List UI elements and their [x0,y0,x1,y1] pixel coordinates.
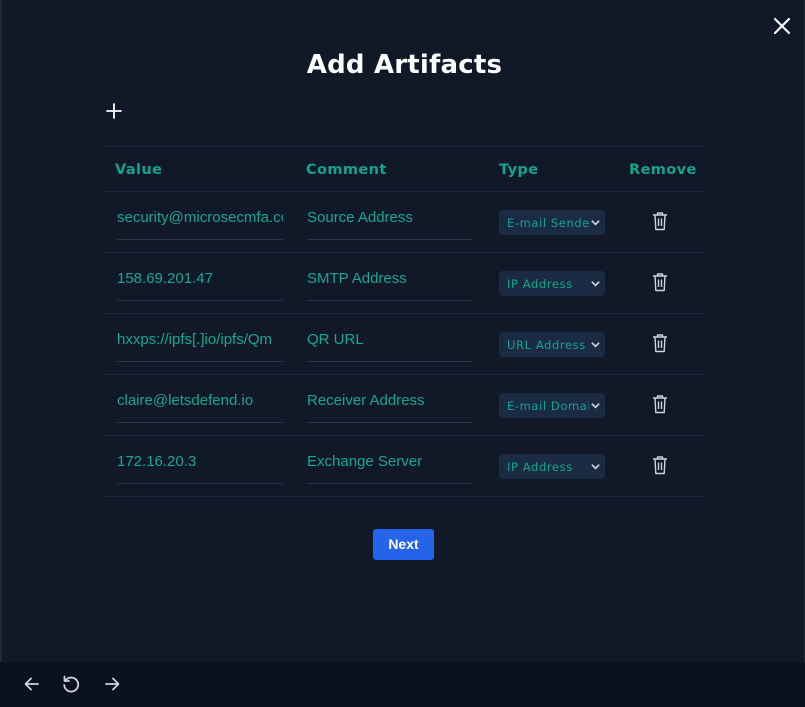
comment-input[interactable]: Source Address [307,192,473,240]
comment-input[interactable]: Receiver Address [307,375,473,423]
type-select[interactable]: URL Address [499,332,605,357]
comment-input[interactable]: QR URL [307,314,473,362]
chevron-down-icon [591,281,600,287]
header-remove: Remove [629,162,697,178]
table-row: claire@letsdefend.io Receiver Address E-… [103,375,703,436]
chevron-down-icon [591,220,600,226]
table-row: 158.69.201.47 SMTP Address IP Address [103,253,703,314]
trash-icon[interactable] [652,272,668,292]
trash-icon[interactable] [652,455,668,475]
table-row: security@microsecmfa.com Source Address … [103,192,703,253]
trash-icon[interactable] [652,211,668,231]
type-select[interactable]: IP Address [499,271,605,296]
header-value: Value [115,162,163,178]
comment-input[interactable]: Exchange Server [307,436,473,484]
value-input[interactable]: hxxps://ipfs[.]io/ipfs/Qm [117,314,283,362]
table-header: Value Comment Type Remove [103,146,703,192]
modal-title: Add Artifacts [306,50,503,80]
type-select[interactable]: IP Address [499,454,605,479]
plus-icon[interactable] [105,102,123,120]
value-input[interactable]: 172.16.20.3 [117,436,283,484]
add-artifacts-modal: Add Artifacts Value Comment Type Remove … [0,0,805,662]
type-select[interactable]: E-mail Domain [499,393,605,418]
chevron-down-icon [591,403,600,409]
artifacts-table: Value Comment Type Remove security@micro… [103,146,703,497]
table-row: 172.16.20.3 Exchange Server IP Address [103,436,703,497]
reload-icon[interactable] [61,674,81,694]
value-input[interactable]: 158.69.201.47 [117,253,283,301]
value-input[interactable]: security@microsecmfa.com [117,192,283,240]
next-button[interactable]: Next [373,529,434,560]
table-row: hxxps://ipfs[.]io/ipfs/Qm QR URL URL Add… [103,314,703,375]
trash-icon[interactable] [652,333,668,353]
header-type: Type [499,162,539,178]
arrow-left-icon[interactable] [22,674,42,694]
header-comment: Comment [306,162,387,178]
chevron-down-icon [591,342,600,348]
type-select[interactable]: E-mail Sender [499,210,605,235]
chevron-down-icon [591,464,600,470]
type-select-value: IP Address [507,460,573,474]
value-input[interactable]: claire@letsdefend.io [117,375,283,423]
type-select-value: E-mail Sender [507,216,589,230]
comment-input[interactable]: SMTP Address [307,253,473,301]
type-select-value: URL Address [507,338,586,352]
arrow-right-icon[interactable] [102,674,122,694]
type-select-value: E-mail Domain [507,399,589,413]
trash-icon[interactable] [652,394,668,414]
navigation-bar [0,662,805,707]
type-select-value: IP Address [507,277,573,291]
close-icon[interactable] [770,14,794,38]
